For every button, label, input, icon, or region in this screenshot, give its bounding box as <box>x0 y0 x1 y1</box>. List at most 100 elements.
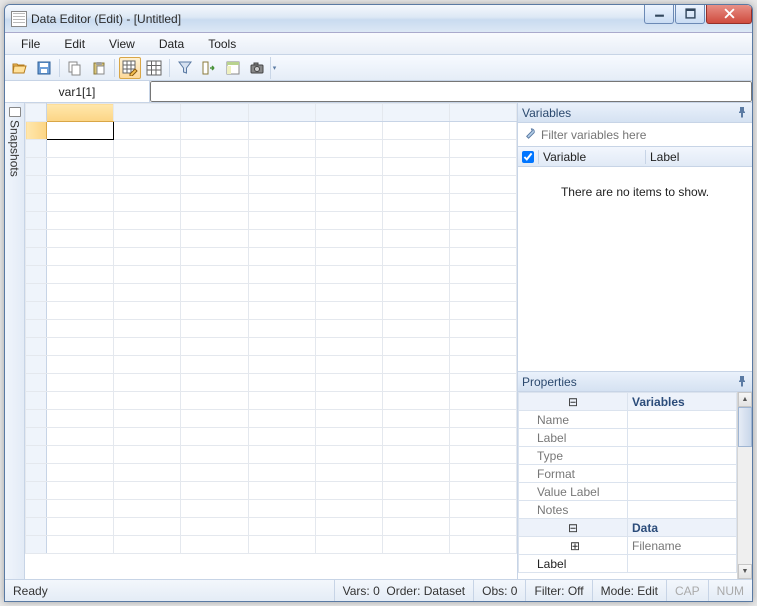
grid-cell[interactable] <box>181 410 248 428</box>
grid-cell[interactable] <box>248 194 315 212</box>
grid-cell[interactable] <box>47 536 114 554</box>
column-header[interactable] <box>449 104 516 122</box>
copy-button[interactable] <box>64 57 86 79</box>
grid-cell[interactable] <box>315 266 382 284</box>
cell-reference[interactable]: var1[1] <box>5 81 150 102</box>
grid-cell[interactable] <box>315 500 382 518</box>
grid-cell[interactable] <box>449 140 516 158</box>
grid-cell[interactable] <box>181 518 248 536</box>
grid-cell[interactable] <box>382 500 449 518</box>
variables-col-label[interactable]: Label <box>645 150 752 164</box>
grid-cell[interactable] <box>114 176 181 194</box>
grid-cell[interactable] <box>181 230 248 248</box>
grid-cell[interactable] <box>47 212 114 230</box>
property-row-type[interactable]: Type <box>519 447 737 465</box>
row-header[interactable] <box>26 500 47 518</box>
grid-cell[interactable] <box>449 410 516 428</box>
grid-cell[interactable] <box>181 140 248 158</box>
grid-cell[interactable] <box>449 428 516 446</box>
variables-filter-input[interactable] <box>541 128 748 142</box>
grid-cell[interactable] <box>315 428 382 446</box>
grid-cell[interactable] <box>315 536 382 554</box>
column-header[interactable] <box>248 104 315 122</box>
grid-cell[interactable] <box>181 302 248 320</box>
scrollbar-down-button[interactable]: ▼ <box>738 564 752 579</box>
grid-cell[interactable] <box>315 392 382 410</box>
grid-cell[interactable] <box>382 464 449 482</box>
property-value[interactable] <box>628 501 737 519</box>
grid-cell[interactable] <box>47 392 114 410</box>
grid-cell[interactable] <box>181 500 248 518</box>
grid-cell[interactable] <box>114 536 181 554</box>
grid-cell[interactable] <box>181 392 248 410</box>
grid-cell[interactable] <box>114 338 181 356</box>
row-header[interactable] <box>26 518 47 536</box>
grid-cell[interactable] <box>449 248 516 266</box>
grid-cell[interactable] <box>114 284 181 302</box>
property-row-data-label[interactable]: Label <box>519 555 737 573</box>
column-header[interactable] <box>382 104 449 122</box>
grid-cell[interactable] <box>47 518 114 536</box>
grid-cell[interactable] <box>114 320 181 338</box>
grid-cell[interactable] <box>47 428 114 446</box>
edit-mode-button[interactable] <box>119 57 141 79</box>
grid-cell[interactable] <box>181 356 248 374</box>
grid-cell[interactable] <box>181 428 248 446</box>
row-header[interactable] <box>26 356 47 374</box>
cell-value-input[interactable] <box>150 81 752 102</box>
property-row-filename[interactable]: ⊞Filename <box>519 537 737 555</box>
row-header[interactable] <box>26 158 47 176</box>
menu-tools[interactable]: Tools <box>198 35 246 53</box>
grid-cell[interactable] <box>248 176 315 194</box>
property-value[interactable] <box>628 429 737 447</box>
grid-cell[interactable] <box>181 464 248 482</box>
grid-cell[interactable] <box>382 338 449 356</box>
row-header[interactable] <box>26 248 47 266</box>
property-value[interactable] <box>628 483 737 501</box>
paste-button[interactable] <box>88 57 110 79</box>
grid-cell[interactable] <box>315 374 382 392</box>
grid-cell[interactable] <box>47 140 114 158</box>
grid-cell[interactable] <box>114 194 181 212</box>
grid-cell[interactable] <box>315 302 382 320</box>
grid-cell[interactable] <box>114 122 181 140</box>
grid-cell[interactable] <box>449 482 516 500</box>
grid-cell[interactable] <box>449 122 516 140</box>
grid-cell[interactable] <box>315 320 382 338</box>
grid-cell[interactable] <box>382 536 449 554</box>
grid-cell[interactable] <box>248 302 315 320</box>
grid-cell[interactable] <box>47 176 114 194</box>
row-header[interactable] <box>26 410 47 428</box>
row-header[interactable] <box>26 446 47 464</box>
grid-cell[interactable] <box>449 500 516 518</box>
grid-cell[interactable] <box>248 140 315 158</box>
grid-corner[interactable] <box>26 104 47 122</box>
properties-group-data[interactable]: ⊟Data <box>519 519 737 537</box>
grid-cell[interactable] <box>114 302 181 320</box>
collapse-icon[interactable]: ⊟ <box>519 519 628 537</box>
grid-cell[interactable] <box>449 374 516 392</box>
grid-cell[interactable] <box>382 410 449 428</box>
grid-cell[interactable] <box>449 194 516 212</box>
close-button[interactable] <box>706 4 752 24</box>
grid-cell[interactable] <box>449 284 516 302</box>
grid-cell[interactable] <box>181 338 248 356</box>
grid-cell[interactable] <box>315 122 382 140</box>
menu-file[interactable]: File <box>11 35 50 53</box>
grid-cell[interactable] <box>449 536 516 554</box>
grid-cell[interactable] <box>382 284 449 302</box>
grid-cell[interactable] <box>382 392 449 410</box>
grid-cell[interactable] <box>47 464 114 482</box>
row-header[interactable] <box>26 140 47 158</box>
grid-cell[interactable] <box>315 356 382 374</box>
grid-cell[interactable] <box>181 320 248 338</box>
property-row-name[interactable]: Name <box>519 411 737 429</box>
grid-cell[interactable] <box>47 446 114 464</box>
row-header[interactable] <box>26 464 47 482</box>
pin-icon[interactable] <box>736 106 748 118</box>
grid-cell[interactable] <box>449 212 516 230</box>
grid-cell[interactable] <box>382 194 449 212</box>
row-header[interactable] <box>26 320 47 338</box>
row-header[interactable] <box>26 230 47 248</box>
grid-cell[interactable] <box>315 284 382 302</box>
